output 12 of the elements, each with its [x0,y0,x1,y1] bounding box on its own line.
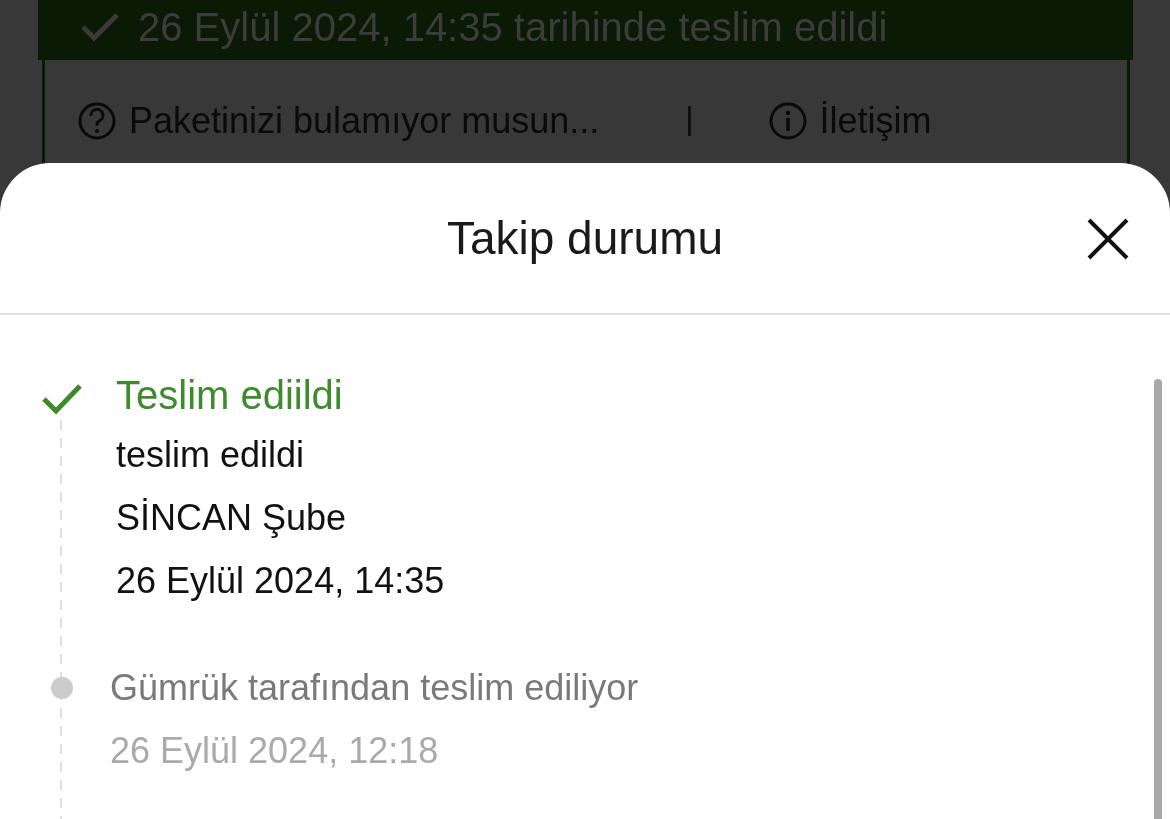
event-detail: 26 Eylül 2024, 14:35 [116,559,445,603]
sheet-title: Takip durumu [446,210,724,266]
event-title: Gümrük tarafından teslim ediliyor [110,666,639,710]
close-icon [1086,217,1130,261]
event-detail: 26 Eylül 2024, 12:18 [110,729,440,773]
event-title: Teslim ediildi [116,372,344,419]
event-detail: teslim edildi [116,433,306,477]
event-detail: SİNCAN Şube [116,496,348,540]
question-icon [77,101,117,141]
info-icon [767,101,808,141]
separator: | [685,99,694,138]
checkmark-icon [80,11,120,43]
